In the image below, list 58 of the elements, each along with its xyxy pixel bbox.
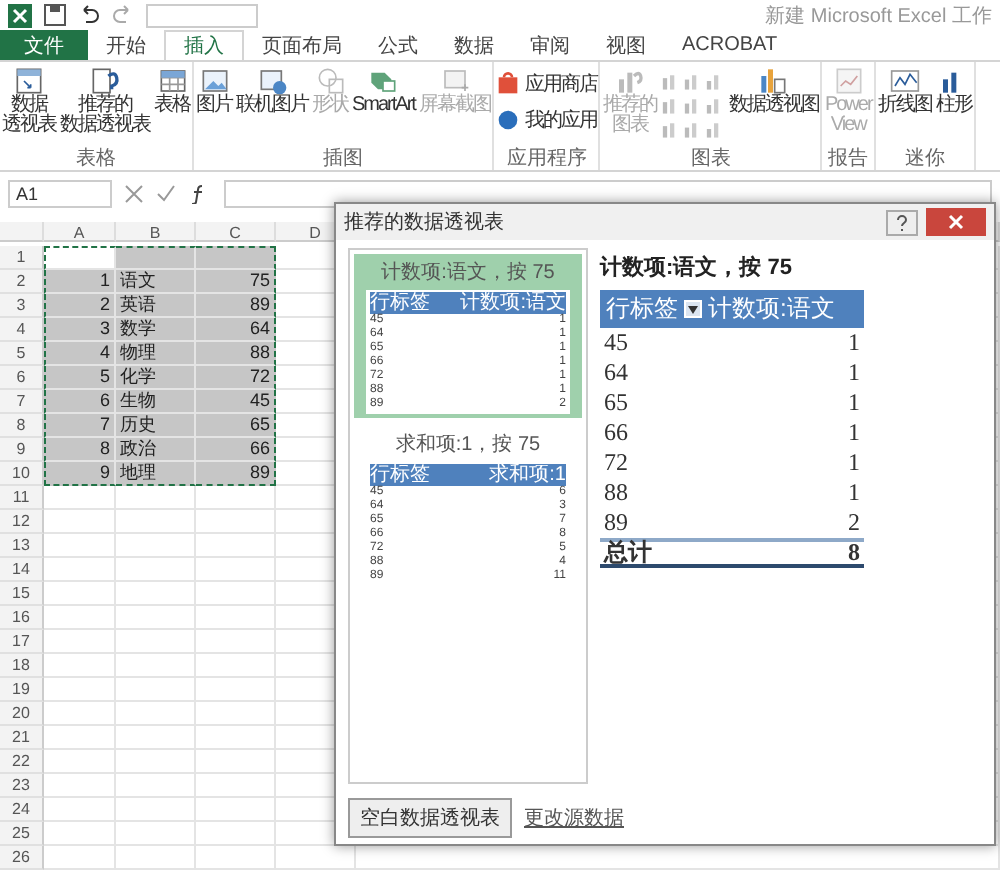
table-cell: 3 xyxy=(44,318,116,343)
pivot-cell: 64 xyxy=(604,358,628,389)
table-cell: 物理 xyxy=(116,342,196,367)
table-cell: 生物 xyxy=(116,390,196,415)
pivot-cell: 89 xyxy=(604,508,628,539)
table-cell: 75 xyxy=(196,270,276,295)
pivot-cell: 1 xyxy=(848,358,860,389)
table-cell: 地理 xyxy=(116,462,196,487)
table-cell: 45 xyxy=(196,390,276,415)
pivot-cell: 72 xyxy=(604,448,628,479)
pivot-header: 行标签 计数项:语文 xyxy=(600,290,864,329)
table-cell: 88 xyxy=(196,342,276,367)
table-cell: 65 xyxy=(196,414,276,439)
table-cell: 89 xyxy=(196,294,276,319)
pivot-cell: 1 xyxy=(848,448,860,479)
thumbnail-header: 计数项:语文 xyxy=(460,292,566,315)
total-cell: 总计 xyxy=(604,536,652,571)
group-label: 报告 xyxy=(826,147,871,170)
table-cell: 5 xyxy=(44,366,116,391)
pivot-cell: 45 xyxy=(604,328,628,359)
table-cell: 语文 xyxy=(116,270,196,295)
pivot-cell: 2 xyxy=(848,508,860,539)
table-cell: 6 xyxy=(44,390,116,415)
table-cell: 化学 xyxy=(116,366,196,391)
pivot-cell: 1 xyxy=(848,388,860,419)
pivot-cell: 1 xyxy=(848,478,860,509)
table-cell: 政治 xyxy=(116,438,196,463)
window-title: 新建 Microsoft Excel 工作 xyxy=(765,3,992,30)
group-label: 表格 xyxy=(74,147,118,170)
pivot-cell: 66 xyxy=(604,418,628,449)
table-cell: 2 xyxy=(44,294,116,319)
table-cell: 89 xyxy=(196,462,276,487)
table-cell: 8 xyxy=(44,438,116,463)
table-cell: 72 xyxy=(196,366,276,391)
pivot-cell: 88 xyxy=(604,478,628,509)
table-cell: 9 xyxy=(44,462,116,487)
table-cell: 64 xyxy=(196,318,276,343)
group-label: 迷你 xyxy=(902,147,947,170)
table-cell: 数学 xyxy=(116,318,196,343)
table-cell: 历史 xyxy=(116,414,196,439)
group-label: 应用程序 xyxy=(504,147,589,170)
table-cell: 英语 xyxy=(116,294,196,319)
pivot-cell: 65 xyxy=(604,388,628,419)
table-cell: 7 xyxy=(44,414,116,439)
table-cell: 1 xyxy=(44,270,116,295)
thumbnail-header: 行标签 xyxy=(370,292,430,315)
preview-title: 计数项:语文，按 75 xyxy=(600,253,794,283)
pivot-cell: 1 xyxy=(848,418,860,449)
group-label: 图表 xyxy=(688,147,733,170)
group-label: 插图 xyxy=(321,147,366,170)
table-cell: 4 xyxy=(44,342,116,367)
thumbnail-header: 行标签 xyxy=(370,464,430,487)
pivot-cell: 1 xyxy=(848,328,860,359)
thumbnail-header: 求和项:1 xyxy=(489,464,566,487)
total-cell: 8 xyxy=(848,538,860,569)
table-cell: 66 xyxy=(196,438,276,463)
thumbnail-title: 计数项:语文，按 75 xyxy=(381,259,555,287)
thumbnail-title: 求和项:1，按 75 xyxy=(395,431,541,459)
